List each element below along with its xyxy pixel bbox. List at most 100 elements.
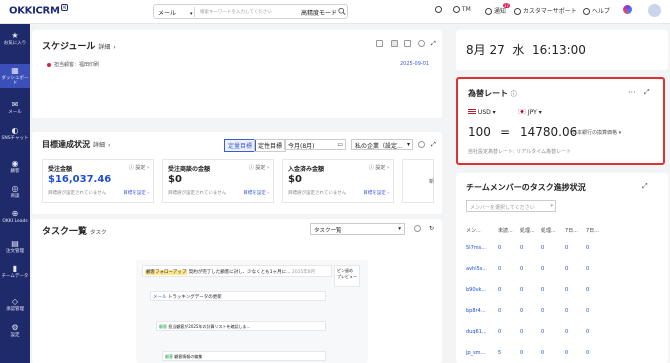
support-icon (514, 8, 521, 15)
task-context-menu: ピン留め プレビュー (334, 265, 360, 287)
us-flag-icon (468, 109, 476, 114)
goal-value: $0 (168, 174, 182, 185)
team-title: チームメンバーのタスク進捗状況 (466, 183, 586, 192)
settings-icon[interactable] (418, 40, 425, 47)
precision-mode-toggle[interactable]: 高精度モード (301, 8, 337, 17)
table-header-cell: 7日... (565, 228, 578, 234)
info-icon: ⓘ (510, 91, 517, 98)
mail-icon: ✉ (11, 100, 19, 109)
table-cell: 0 (565, 350, 569, 356)
schedule-detail-link[interactable]: 詳細 (98, 44, 110, 51)
sidebar-item-mail[interactable]: ✉ メール (0, 100, 30, 116)
team-data-icon: ▮ (12, 264, 18, 273)
period-select[interactable]: 今月(8月) ▭ (284, 139, 346, 150)
deal-icon: ◎ (11, 184, 19, 193)
leads-icon: ⊕ (11, 209, 19, 218)
avatar[interactable] (648, 4, 661, 17)
sidebar-item-favorites[interactable]: ★ お気に入り (0, 31, 30, 47)
goal-settings-link[interactable]: ⓘ 設定 › (249, 164, 269, 171)
search-icon[interactable] (338, 7, 346, 16)
global-search: メール ▾ 検索キーワードを入力してください 高精度モード (153, 4, 348, 19)
table-cell: 0 (541, 245, 545, 251)
sidebar-item-settings[interactable]: ⚙ 設定 (0, 324, 30, 339)
goal-settings-link[interactable]: ⓘ 設定 › (129, 164, 149, 171)
grid-view-icon[interactable] (404, 40, 411, 47)
search-input[interactable]: 検索キーワードを入力してください (200, 9, 272, 15)
task-list-card: タスク一覧 タスク タスク一覧 ▾ ↻ 顧客フォローアップ 契約が完了した顧客に対し… (32, 219, 442, 363)
add-icon[interactable] (376, 40, 383, 47)
expand-icon[interactable]: ⤢ (644, 88, 650, 97)
more-icon[interactable]: ··· (628, 88, 636, 97)
table-cell: 0 (586, 245, 590, 251)
currency-from-select[interactable]: USD ▾ (468, 109, 496, 116)
calendar-icon: ▭ (337, 141, 343, 148)
sidebar-item-orders[interactable]: ▤ 注文管理 (0, 240, 30, 255)
table-cell: 0 (498, 329, 502, 335)
status-dot (47, 63, 51, 67)
goal-card-paid-amount: 入金済み金額 ⓘ 設定 › $0 目標値が設定されていません 目標を設定 › (282, 159, 394, 203)
refresh-icon[interactable]: ↻ (429, 225, 436, 232)
expand-icon[interactable]: ⤢ (431, 141, 438, 148)
list-view-icon[interactable] (391, 40, 398, 47)
user-icon (453, 6, 460, 13)
sidebar-item-approvals[interactable]: ◇ 承認管理 (0, 298, 30, 313)
table-header-cell: メン... (466, 228, 481, 234)
chat-icon: ◐ (11, 126, 19, 135)
set-goal-link[interactable]: 目標を設定 › (123, 190, 149, 196)
goal-card-more[interactable]: 新 (402, 159, 434, 203)
clock-card: 8月 27 水 16:13:00 (456, 30, 668, 70)
table-cell: 0 (586, 329, 590, 335)
settings-icon[interactable] (418, 141, 425, 148)
task-row: メール トラッキングデータの更新 (150, 291, 326, 301)
table-cell: 0 (586, 287, 590, 293)
task-row: 顧客フォローアップ 契約が完了した顧客に対し、少なくとも1ヶ月に... 2025… (142, 265, 332, 277)
ai-assistant-icon[interactable] (623, 5, 632, 14)
settings-icon[interactable] (414, 225, 421, 232)
sidebar-item-sns-chat[interactable]: ◐ SNSチャット (0, 126, 30, 142)
expand-icon[interactable]: ⤢ (642, 182, 648, 191)
expand-icon[interactable]: ⤢ (431, 40, 438, 47)
set-goal-link[interactable]: 目標を設定 › (243, 190, 269, 196)
exchange-rate-card: 為替レート ⓘ ··· ⤢ USD ▾ JPY ▾ 100 = 14780.06… (456, 77, 665, 165)
task-list-select[interactable]: タスク一覧 ▾ (310, 223, 405, 235)
table-cell: 0 (541, 329, 545, 335)
sidebar-item-deals[interactable]: ◎ 商談 (0, 184, 30, 200)
sidebar-item-customers[interactable]: ◉ 顧客 (0, 160, 30, 175)
fx-amount[interactable]: 100 (468, 125, 491, 139)
set-goal-link[interactable]: 目標を設定 › (363, 190, 389, 196)
chevron-down-icon: ▾ (550, 203, 553, 209)
tab-quantitative[interactable]: 定量目標 (224, 139, 257, 152)
schedule-title: スケジュール 詳細 › (42, 42, 116, 52)
goal-value: $0 (288, 174, 302, 185)
fx-footer: 自社設定為替レート: リアルタイム為替レート (468, 149, 572, 155)
table-cell: 0 (541, 287, 545, 293)
schedule-date: 2025-09-01 (400, 61, 430, 67)
company-select[interactable]: 私の企業（設定... ▾ (351, 139, 413, 150)
sidebar-item-team-data[interactable]: ▮ チームデータ (0, 264, 30, 280)
member-name-cell: bp8r4... (466, 308, 486, 314)
customer-support-button[interactable]: カスタマーサポート (514, 6, 577, 15)
search-type-select[interactable]: メール ▾ (158, 8, 193, 17)
target-icon[interactable] (435, 6, 442, 13)
table-cell: 0 (541, 266, 545, 272)
chevron-down-icon: ▾ (398, 226, 401, 232)
currency-to-select[interactable]: JPY ▾ (518, 109, 542, 116)
chevron-down-icon: ▾ (190, 11, 193, 17)
goal-settings-link[interactable]: ⓘ 設定 › (369, 164, 389, 171)
table-cell: 0 (520, 266, 524, 272)
star-icon: ★ (11, 31, 19, 40)
user-menu[interactable]: TM (453, 6, 471, 13)
right-column: 8月 27 水 16:13:00 為替レート ⓘ ··· ⤢ USD ▾ JPY… (456, 24, 670, 363)
top-bar: OKKICRM AI メール ▾ 検索キーワードを入力してください 高精度モード T… (0, 0, 670, 24)
goal-card-won-deals: 受注商談の金額 ⓘ 設定 › $0 目標値が設定されていません 目標を設定 › (162, 159, 274, 203)
table-header-cell: 処理... (541, 228, 556, 234)
sidebar-item-dashboard[interactable]: ▦ ダッシュボード (0, 64, 30, 88)
tab-qualitative[interactable]: 定性目標 (254, 139, 287, 152)
sidebar-item-okki-leads[interactable]: ⊕ OKKI Leads (0, 209, 30, 225)
help-button[interactable]: ヘルプ (583, 6, 610, 15)
goals-detail-link[interactable]: 詳細 (93, 142, 105, 149)
table-header-cell: 処理... (520, 228, 535, 234)
member-select[interactable]: メンバーを選択してください ▾ (466, 200, 556, 212)
logo[interactable]: OKKICRM AI (9, 4, 68, 16)
notifications-button[interactable]: 通知 (485, 6, 506, 15)
